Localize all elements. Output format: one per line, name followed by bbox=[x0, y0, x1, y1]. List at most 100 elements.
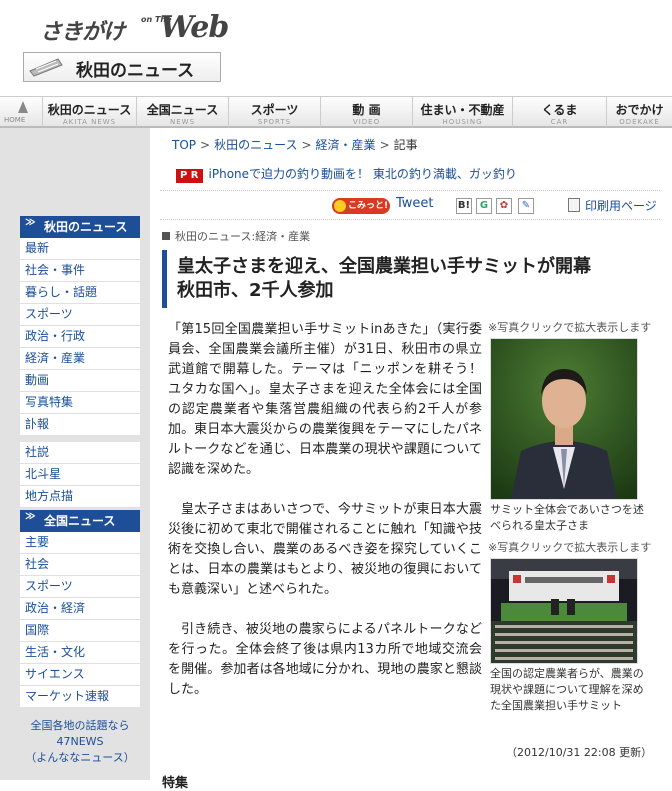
pr-badge: P R bbox=[176, 169, 203, 183]
breadcrumb-separator: > bbox=[200, 138, 211, 152]
nav-item-akita-news[interactable]: 秋田のニュース AKITA NEWS bbox=[42, 97, 136, 127]
sidebar-item-latest[interactable]: 最新 bbox=[20, 238, 140, 260]
hatena-bookmark-icon[interactable]: B! bbox=[456, 198, 472, 214]
double-chevron-icon: ≫ bbox=[25, 511, 36, 522]
logo-web: Web bbox=[160, 10, 229, 45]
pr-link[interactable]: iPhoneで迫力の釣り動画を！ 東北の釣り満載、ガッ釣り bbox=[209, 167, 517, 181]
sidebar-item-editorial[interactable]: 社説 bbox=[20, 442, 140, 464]
news47-line3: （よんななニュース） bbox=[25, 751, 135, 764]
article-headline: 皇太子さまを迎え、全国農業担い手サミットが開幕 秋田市、2千人参加 bbox=[162, 250, 660, 308]
sidebar-item-market[interactable]: マーケット速報 bbox=[20, 686, 140, 708]
pr-ad: P R iPhoneで迫力の釣り動画を！ 東北の釣り満載、ガッ釣り bbox=[176, 165, 517, 183]
share-bar: こみっと! Tweet B! G ✿ ✎ 印刷用ページ bbox=[160, 190, 660, 220]
sidebar-zenkoku-heading[interactable]: ≫ 全国ニュース bbox=[20, 510, 140, 532]
nav-item-odekake[interactable]: おでかけ ODEKAKE bbox=[606, 97, 672, 127]
photo-note: ※写真クリックで拡大表示します bbox=[488, 541, 652, 554]
nav-item-en: VIDEO bbox=[352, 118, 381, 126]
article-paragraph: 引き続き、被災地の農家らによるパネルトークなどを行った。全体会終了後は県内13カ… bbox=[168, 622, 482, 697]
google-bookmark-icon[interactable]: G bbox=[476, 198, 492, 214]
news47-line1: 全国各地の話題なら bbox=[30, 719, 130, 732]
komitto-button[interactable]: こみっと! bbox=[332, 198, 390, 214]
sidebar-item-politics-economy[interactable]: 政治・経済 bbox=[20, 598, 140, 620]
double-chevron-icon: ≫ bbox=[25, 217, 36, 228]
nav-item-label: くるま bbox=[541, 103, 578, 117]
site-header: さきがけ on The Web 秋田のニュース bbox=[0, 0, 672, 96]
breadcrumb: TOP > 秋田のニュース > 経済・産業 > 記事 bbox=[172, 136, 418, 153]
category-label: 秋田のニュース:経済・産業 bbox=[175, 230, 311, 243]
article-paragraph: 皇太子さまはあいさつで、今サミットが東日本大震災後に初めて東北で開催されることに… bbox=[168, 502, 482, 597]
news47-line2: 47NEWS bbox=[56, 735, 104, 748]
sidebar-item-sports[interactable]: スポーツ bbox=[20, 304, 140, 326]
photo-summit-hall-image bbox=[491, 559, 637, 663]
tweet-button[interactable]: Tweet bbox=[396, 196, 434, 211]
sidebar-item-international[interactable]: 国際 bbox=[20, 620, 140, 642]
nav-item-sports[interactable]: スポーツ SPORTS bbox=[228, 97, 320, 127]
nav-item-label: おでかけ bbox=[615, 103, 664, 117]
logo-sakigake: さきがけ bbox=[40, 20, 125, 45]
breadcrumb-economy[interactable]: 経済・産業 bbox=[316, 138, 376, 152]
print-label: 印刷用ページ bbox=[585, 199, 657, 213]
section-banner: 秋田のニュース bbox=[23, 52, 221, 82]
breadcrumb-akita-news[interactable]: 秋田のニュース bbox=[214, 138, 297, 152]
nav-item-label: スポーツ bbox=[250, 103, 299, 117]
sidebar-item-video[interactable]: 動画 bbox=[20, 370, 140, 392]
sidebar-item-obituary[interactable]: 訃報 bbox=[20, 414, 140, 436]
nav-item-label: 全国ニュース bbox=[146, 103, 219, 117]
photo-summit-hall[interactable] bbox=[490, 558, 638, 664]
sidebar-item-economy[interactable]: 経済・産業 bbox=[20, 348, 140, 370]
nav-home[interactable]: HOME bbox=[0, 97, 42, 127]
nav-item-en: CAR bbox=[550, 118, 569, 126]
article-body: 「第15回全国農業担い手サミットinあきた」（実行委員会、全国農業会議所主催）が… bbox=[168, 320, 496, 720]
article-paragraph: 「第15回全国農業担い手サミットinあきた」（実行委員会、全国農業会議所主催）が… bbox=[168, 322, 496, 477]
sidebar-akita-heading[interactable]: ≫ 秋田のニュース bbox=[20, 216, 140, 238]
headline-line1: 皇太子さまを迎え、全国農業担い手サミットが開幕 bbox=[177, 256, 591, 277]
nav-item-en: HOUSING bbox=[442, 118, 483, 126]
sidebar-item-hokutosei[interactable]: 北斗星 bbox=[20, 464, 140, 486]
edit-pencil-icon[interactable]: ✎ bbox=[518, 198, 534, 214]
nav-item-housing[interactable]: 住まい・不動産 HOUSING bbox=[412, 97, 512, 127]
sidebar-item-science[interactable]: サイエンス bbox=[20, 664, 140, 686]
nav-item-video[interactable]: 動 画 VIDEO bbox=[320, 97, 412, 127]
photo-note: ※写真クリックで拡大表示します bbox=[488, 321, 652, 334]
newspaper-icon bbox=[29, 58, 63, 77]
breadcrumb-separator: > bbox=[301, 138, 312, 152]
photo-column: ※写真クリックで拡大表示します サミット全体会であいさつを述べられる皇太子さま … bbox=[488, 320, 660, 714]
article-category: 秋田のニュース:経済・産業 bbox=[162, 228, 310, 244]
social-share-icon[interactable]: ✿ bbox=[496, 198, 512, 214]
sidebar-item-society-national[interactable]: 社会 bbox=[20, 554, 140, 576]
print-page-link[interactable]: 印刷用ページ bbox=[568, 197, 657, 214]
site-logo[interactable]: さきがけ on The Web bbox=[40, 10, 229, 46]
sidebar-item-life[interactable]: 暮らし・話題 bbox=[20, 282, 140, 304]
nav-item-label: 秋田のニュース bbox=[47, 103, 132, 117]
sidebar-misc-block: 社説 北斗星 地方点描 bbox=[20, 442, 140, 508]
komitto-label: こみっと! bbox=[348, 201, 389, 211]
sidebar-item-local[interactable]: 地方点描 bbox=[20, 486, 140, 508]
photo-caption: サミット全体会であいさつを述べられる皇太子さま bbox=[490, 503, 644, 532]
nav-item-en: AKITA NEWS bbox=[62, 118, 117, 126]
nav-item-en: ODEKAKE bbox=[619, 118, 660, 126]
section-title: 秋田のニュース bbox=[76, 61, 195, 81]
sidebar-item-culture[interactable]: 生活・文化 bbox=[20, 642, 140, 664]
nav-item-news[interactable]: 全国ニュース NEWS bbox=[136, 97, 228, 127]
breadcrumb-current: 記事 bbox=[393, 138, 418, 152]
nav-item-car[interactable]: くるま CAR bbox=[512, 97, 606, 127]
nav-item-label: 動 画 bbox=[352, 103, 381, 117]
sidebar-item-politics[interactable]: 政治・行政 bbox=[20, 326, 140, 348]
sidebar-zenkoku-block: ≫ 全国ニュース 主要 社会 スポーツ 政治・経済 国際 生活・文化 サイエンス… bbox=[20, 510, 140, 708]
updated-timestamp: （2012/10/31 22:08 更新） bbox=[506, 746, 653, 759]
nav-item-label: 住まい・不動産 bbox=[420, 103, 505, 117]
sidebar-item-photo[interactable]: 写真特集 bbox=[20, 392, 140, 414]
breadcrumb-top[interactable]: TOP bbox=[172, 138, 196, 152]
nav-item-en: NEWS bbox=[169, 118, 196, 126]
section-tokushu-heading: 特集 bbox=[162, 776, 189, 791]
sidebar-47news-link[interactable]: 全国各地の話題なら 47NEWS （よんななニュース） bbox=[20, 718, 140, 766]
photo-crown-prince-image bbox=[491, 339, 637, 499]
sidebar-heading-label: 全国ニュース bbox=[44, 514, 116, 528]
sidebar-item-society[interactable]: 社会・事件 bbox=[20, 260, 140, 282]
sidebar-item-main[interactable]: 主要 bbox=[20, 532, 140, 554]
photo-crown-prince[interactable] bbox=[490, 338, 638, 500]
sidebar: ≫ 秋田のニュース 最新 社会・事件 暮らし・話題 スポーツ 政治・行政 経済・… bbox=[0, 128, 150, 780]
nav-home-label: HOME bbox=[4, 116, 26, 124]
sidebar-heading-label: 秋田のニュース bbox=[44, 220, 128, 234]
sidebar-item-sports-national[interactable]: スポーツ bbox=[20, 576, 140, 598]
